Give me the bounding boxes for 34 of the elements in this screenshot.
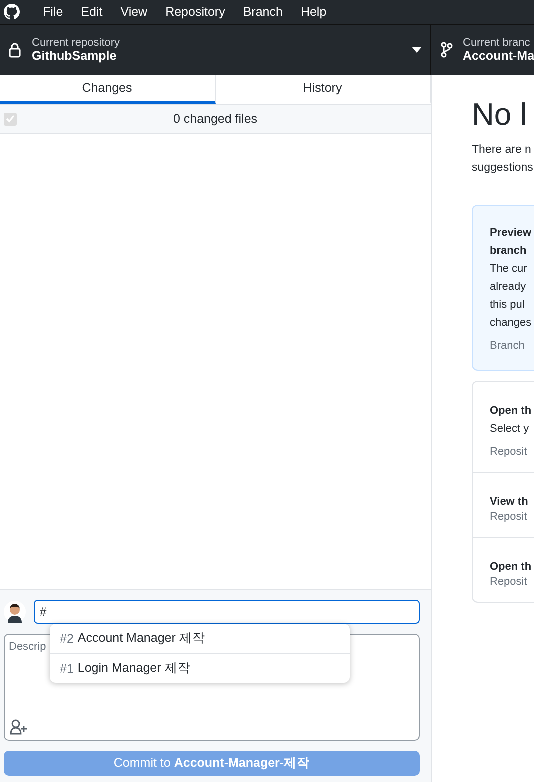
add-person-icon — [10, 719, 28, 735]
action-hint: Reposit — [490, 576, 528, 588]
description-text: There are n — [472, 143, 532, 158]
menu-item[interactable]: Edit — [72, 5, 112, 19]
page-title: No l — [472, 96, 528, 134]
menu-item[interactable]: Branch — [234, 5, 292, 19]
menu-item[interactable]: View — [112, 5, 157, 19]
action-title: View th — [490, 495, 530, 510]
card-text: already — [490, 280, 528, 295]
action-text: Select y — [490, 422, 530, 437]
card-hint: Branch — [490, 340, 526, 352]
caret-icon — [412, 47, 422, 53]
suggestion-item[interactable]: #1 Login Manager 제작 — [50, 653, 350, 683]
changed-files-count: 0 changed files — [172, 112, 259, 126]
card-text: this pul — [490, 298, 526, 313]
avatar-icon — [4, 601, 26, 623]
tab[interactable]: Changes — [0, 75, 216, 104]
menu-item[interactable]: Repository — [156, 5, 234, 19]
description-text: suggestions — [472, 161, 534, 176]
card-title: Preview — [490, 226, 533, 241]
action-hint: Reposit — [490, 511, 528, 523]
action-hint: Reposit — [490, 446, 528, 458]
github-logo-icon — [4, 4, 20, 20]
action-title: Open th — [490, 404, 533, 419]
lock-icon — [8, 42, 22, 58]
summary-field[interactable]: # — [34, 600, 420, 624]
select-all-checkbox[interactable] — [4, 112, 17, 126]
menu-item[interactable]: Help — [292, 5, 336, 19]
menu-item[interactable]: File — [34, 5, 72, 19]
card-title: branch — [490, 244, 528, 259]
action-title: Open th — [490, 560, 533, 575]
card-text: changes — [490, 316, 533, 331]
card-text: The cur — [490, 262, 528, 277]
branch-icon — [441, 42, 453, 58]
